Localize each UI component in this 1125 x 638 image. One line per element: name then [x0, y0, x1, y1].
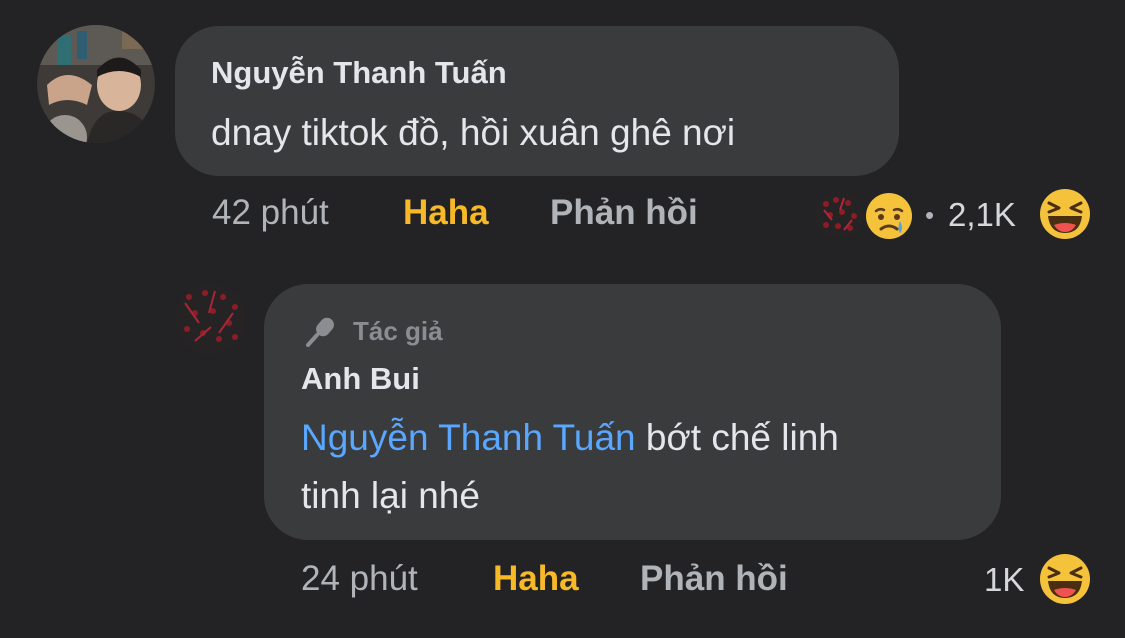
reply-text-line1: Nguyễn Thanh Tuấn bớt chế linh [301, 412, 839, 464]
reply-reaction-count[interactable]: 1K [984, 560, 1024, 600]
comment-author-name[interactable]: Nguyễn Thanh Tuấn [211, 55, 507, 91]
haha-reaction-icon[interactable] [1038, 187, 1092, 241]
reply-text-line2: tinh lại nhé [301, 475, 480, 516]
sad-reaction-icon[interactable] [864, 191, 914, 241]
heart-cluster-reaction-icon[interactable] [814, 190, 864, 240]
reply-reply-button[interactable]: Phản hồi [640, 559, 788, 599]
haha-reaction-icon[interactable] [1038, 552, 1092, 606]
comment-haha-button[interactable]: Haha [403, 193, 489, 233]
mention-link[interactable]: Nguyễn Thanh Tuấn [301, 417, 636, 458]
comment-timestamp[interactable]: 42 phút [212, 193, 329, 233]
reply-text-part: bớt chế linh [635, 417, 839, 458]
commenter-avatar[interactable] [37, 25, 155, 143]
microphone-icon [302, 313, 338, 349]
author-badge-label: Tác giả [353, 316, 443, 346]
separator-dot: • [925, 200, 935, 230]
reply-haha-button[interactable]: Haha [493, 559, 579, 599]
reply-author-avatar[interactable] [175, 283, 247, 355]
reply-timestamp[interactable]: 24 phút [301, 559, 418, 599]
comment-thread: Nguyễn Thanh Tuấn dnay tiktok đồ, hồi xu… [0, 0, 1125, 638]
comment-reaction-count[interactable]: 2,1K [948, 195, 1016, 235]
reply-author-name[interactable]: Anh Bui [301, 361, 420, 397]
comment-text: dnay tiktok đồ, hồi xuân ghê nơi [211, 112, 736, 153]
comment-reply-button[interactable]: Phản hồi [550, 193, 698, 233]
